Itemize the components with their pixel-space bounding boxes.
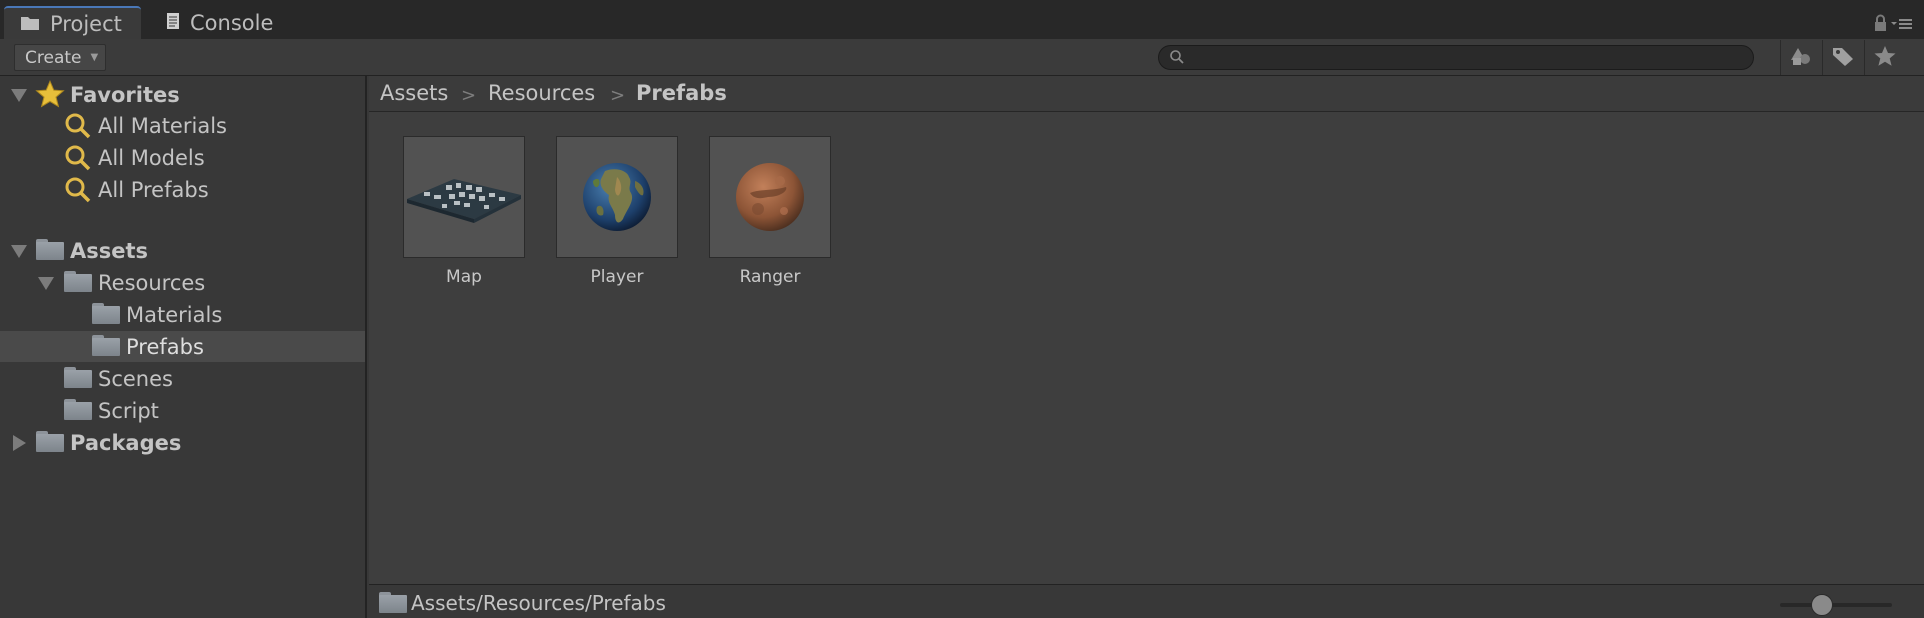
slider-handle[interactable] [1811, 594, 1833, 616]
asset-name: Ranger [739, 267, 801, 287]
tree-item-label: Scenes [98, 366, 173, 391]
tree-item-label: Materials [126, 302, 223, 327]
saved-search-icon [64, 144, 92, 177]
favorites-star-icon [35, 79, 65, 113]
expand-arrow-icon[interactable] [11, 89, 27, 102]
project-tree: Favorites All Materials All Models All P… [0, 76, 367, 618]
expand-arrow-icon[interactable] [38, 277, 54, 290]
lock-icon [1875, 14, 1886, 31]
earth-globe-thumbnail [556, 136, 678, 258]
tree-item-label: Resources [98, 270, 206, 295]
folder-icon [92, 335, 120, 356]
tree-item-label: Assets [70, 238, 149, 263]
folder-icon [64, 399, 92, 420]
tree-item-all-models[interactable]: All Models [0, 142, 365, 173]
tree-item-all-prefabs[interactable]: All Prefabs [0, 174, 365, 205]
tree-item-all-materials[interactable]: All Materials [0, 110, 365, 141]
tree-item-label: All Models [98, 145, 205, 170]
tree-item-label: Prefabs [126, 334, 204, 359]
star-icon [1874, 45, 1896, 71]
shapes-icon [1789, 46, 1813, 70]
panel-options[interactable] [1874, 14, 1914, 34]
search-field[interactable] [1158, 45, 1754, 70]
expand-arrow-icon[interactable] [11, 245, 27, 258]
create-button[interactable]: Create ▼ [14, 44, 106, 71]
tree-item-label: All Prefabs [98, 177, 209, 202]
asset-item-map[interactable]: Map [403, 136, 525, 287]
asset-item-ranger[interactable]: Ranger [709, 136, 831, 287]
map-prefab-thumbnail [403, 136, 525, 258]
tree-item-assets[interactable]: Assets [0, 235, 365, 266]
tree-item-script[interactable]: Script [0, 395, 365, 426]
tab-console-label: Console [190, 10, 274, 35]
folder-icon [36, 239, 64, 260]
tab-project[interactable]: Project [4, 6, 141, 39]
chevron-right-icon: > [610, 85, 626, 106]
search-icon [1169, 49, 1185, 65]
tab-console[interactable]: Console [160, 6, 300, 39]
chevron-right-icon: > [461, 85, 477, 106]
tree-item-scenes[interactable]: Scenes [0, 363, 365, 394]
search-input[interactable] [1191, 48, 1731, 67]
saved-search-icon [64, 112, 92, 145]
tree-item-packages[interactable]: Packages [0, 427, 365, 458]
chevron-down-icon: ▼ [90, 52, 99, 63]
status-bar: Assets/Resources/Prefabs [369, 584, 1924, 618]
selected-path: Assets/Resources/Prefabs [411, 591, 666, 615]
asset-name: Player [590, 267, 644, 287]
asset-item-player[interactable]: Player [556, 136, 678, 287]
breadcrumb-resources[interactable]: Resources [488, 81, 595, 105]
thumbnail-size-slider[interactable] [1780, 603, 1892, 607]
tree-item-materials[interactable]: Materials [0, 299, 365, 330]
menu-icon [1891, 19, 1912, 29]
create-label: Create [25, 47, 82, 68]
tab-bar: Project Console [0, 0, 1924, 39]
breadcrumb-prefabs[interactable]: Prefabs [636, 81, 727, 105]
folder-icon [92, 303, 120, 324]
tree-item-label: Packages [70, 430, 182, 455]
toolbar: Create ▼ [0, 39, 1924, 76]
search-by-type-button[interactable] [1780, 40, 1820, 75]
expand-arrow-icon[interactable] [13, 435, 26, 451]
breadcrumb: Assets > Resources > Prefabs [369, 76, 1924, 112]
save-search-button[interactable] [1864, 40, 1904, 75]
folder-icon [379, 592, 407, 613]
folder-icon [64, 271, 92, 292]
asset-grid: Map Player Ranger [369, 112, 1924, 584]
breadcrumb-assets[interactable]: Assets [380, 81, 448, 105]
tag-icon [1831, 45, 1855, 71]
search-by-label-button[interactable] [1822, 40, 1862, 75]
tree-item-favorites[interactable]: Favorites [0, 79, 365, 110]
folder-icon [64, 367, 92, 388]
favorites-label: Favorites [70, 82, 180, 107]
tab-project-label: Project [50, 11, 122, 36]
console-icon [166, 11, 180, 35]
saved-search-icon [64, 176, 92, 209]
tree-item-label: All Materials [98, 113, 227, 138]
folder-icon [36, 431, 64, 452]
tree-item-resources[interactable]: Resources [0, 267, 365, 298]
tree-item-label: Script [98, 398, 159, 423]
mars-globe-thumbnail [709, 136, 831, 258]
tree-item-prefabs[interactable]: Prefabs [0, 331, 365, 362]
asset-name: Map [446, 267, 482, 287]
folder-icon [20, 12, 40, 36]
